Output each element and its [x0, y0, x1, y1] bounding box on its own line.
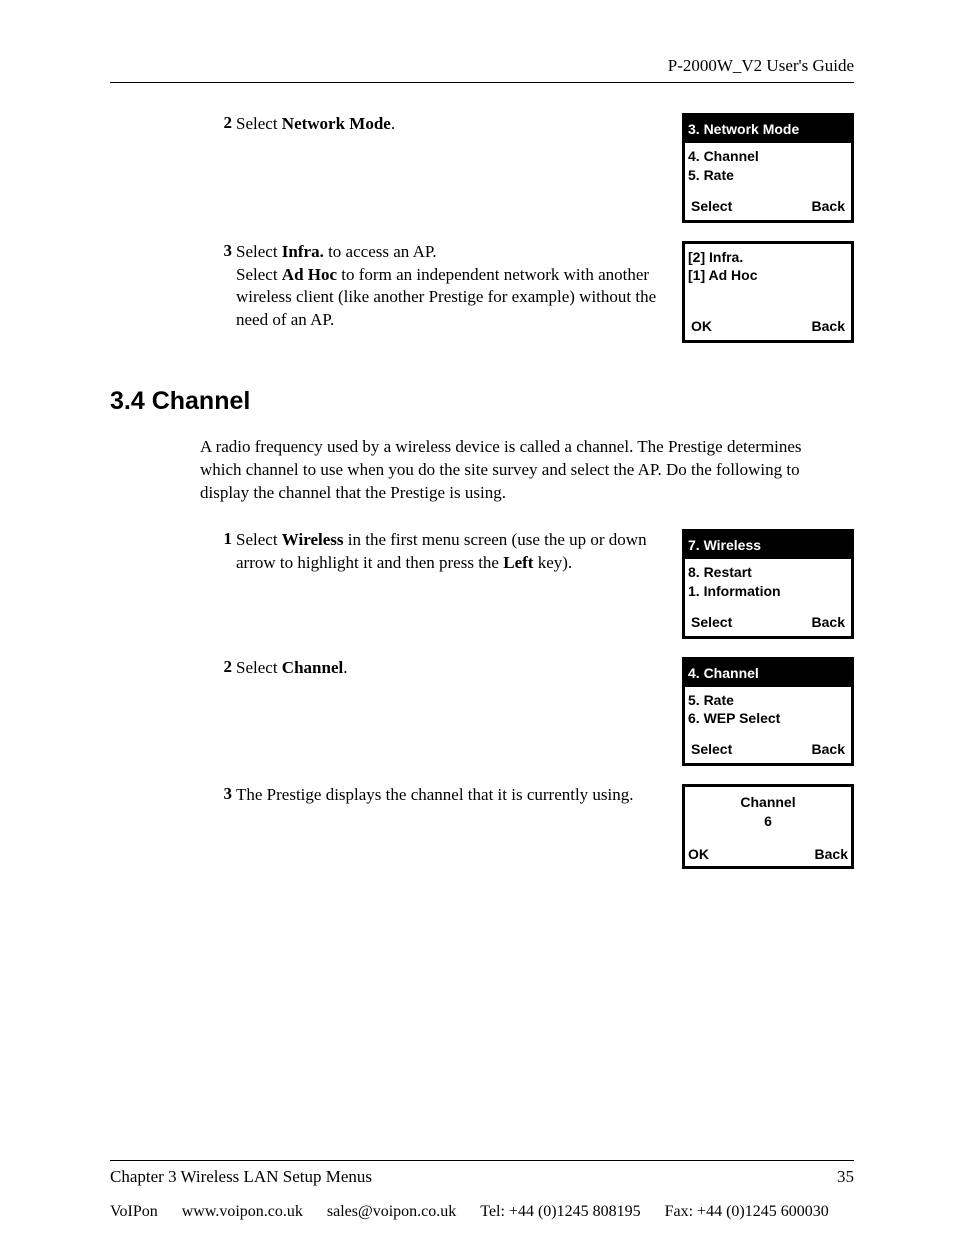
section-heading: 3.4 Channel	[110, 387, 854, 416]
step-text: Select Wireless in the first menu screen…	[236, 529, 682, 575]
softkey-left: Select	[691, 613, 732, 632]
softkey-right: Back	[812, 613, 845, 632]
chapter-title: Chapter 3 Wireless LAN Setup Menus	[110, 1167, 372, 1187]
screen-line: 4. Channel	[688, 147, 848, 166]
step-text: Select Network Mode.	[236, 113, 682, 136]
header-rule	[110, 82, 854, 83]
screen-line: [2] Infra.	[688, 248, 848, 267]
softkey-left: Select	[691, 740, 732, 759]
screen-body: Channel 6	[685, 787, 851, 833]
screen-line: 5. Rate	[688, 166, 848, 185]
softkey-left: Select	[691, 197, 732, 216]
screen-line: 6. WEP Select	[688, 709, 848, 728]
company-name: VoIPon	[110, 1203, 158, 1221]
device-screen: 3. Network Mode 4. Channel 5. Rate Selec…	[682, 113, 854, 223]
step-text: Select Channel.	[236, 657, 682, 680]
website: www.voipon.co.uk	[182, 1203, 303, 1221]
footer-rule	[110, 1160, 854, 1161]
step-number: 3	[210, 241, 236, 261]
screen-line: 8. Restart	[688, 563, 848, 582]
device-screen: Channel 6 OK Back	[682, 784, 854, 869]
step-number: 1	[210, 529, 236, 549]
section-paragraph: A radio frequency used by a wireless dev…	[200, 436, 820, 505]
screen-body: [2] Infra. [1] Ad Hoc OK Back	[685, 244, 851, 341]
device-screen: 4. Channel 5. Rate 6. WEP Select Select …	[682, 657, 854, 767]
step-text: Select Infra. to access an AP. Select Ad…	[236, 241, 682, 333]
step-row: 2 Select Channel. 4. Channel 5. Rate 6. …	[110, 657, 854, 767]
screen-line: 5. Rate	[688, 691, 848, 710]
screen-line: 6	[688, 812, 848, 831]
telephone: Tel: +44 (0)1245 808195	[480, 1203, 640, 1221]
step-number: 3	[210, 784, 236, 804]
step-number: 2	[210, 657, 236, 677]
step-row: 2 Select Network Mode. 3. Network Mode 4…	[110, 113, 854, 223]
softkey-left: OK	[688, 845, 709, 864]
softkey-right: Back	[812, 740, 845, 759]
screen-line: [1] Ad Hoc	[688, 266, 848, 285]
softkey-right: Back	[812, 317, 845, 336]
email: sales@voipon.co.uk	[327, 1203, 456, 1221]
step-number: 2	[210, 113, 236, 133]
step-row: 3 Select Infra. to access an AP. Select …	[110, 241, 854, 344]
fax: Fax: +44 (0)1245 600030	[665, 1203, 829, 1221]
header-title: P-2000W_V2 User's Guide	[110, 56, 854, 76]
page-number: 35	[837, 1167, 854, 1187]
footer: Chapter 3 Wireless LAN Setup Menus 35	[110, 1160, 854, 1187]
sub-footer: VoIPon www.voipon.co.uk sales@voipon.co.…	[110, 1203, 854, 1221]
screen-title: 7. Wireless	[685, 532, 851, 559]
screen-body: 4. Channel 5. Rate Select Back	[685, 143, 851, 220]
device-screen: 7. Wireless 8. Restart 1. Information Se…	[682, 529, 854, 639]
step-text: The Prestige displays the channel that i…	[236, 784, 682, 807]
page: P-2000W_V2 User's Guide 2 Select Network…	[0, 0, 954, 1235]
screen-line: Channel	[688, 793, 848, 812]
screen-body: 8. Restart 1. Information Select Back	[685, 559, 851, 636]
device-screen: [2] Infra. [1] Ad Hoc OK Back	[682, 241, 854, 344]
screen-line: 1. Information	[688, 582, 848, 601]
softkey-left: OK	[691, 317, 712, 336]
screen-body: 5. Rate 6. WEP Select Select Back	[685, 687, 851, 764]
softkey-right: Back	[812, 197, 845, 216]
step-row: 1 Select Wireless in the first menu scre…	[110, 529, 854, 639]
step-row: 3 The Prestige displays the channel that…	[110, 784, 854, 869]
screen-title: 3. Network Mode	[685, 116, 851, 143]
softkey-right: Back	[815, 845, 848, 864]
screen-title: 4. Channel	[685, 660, 851, 687]
